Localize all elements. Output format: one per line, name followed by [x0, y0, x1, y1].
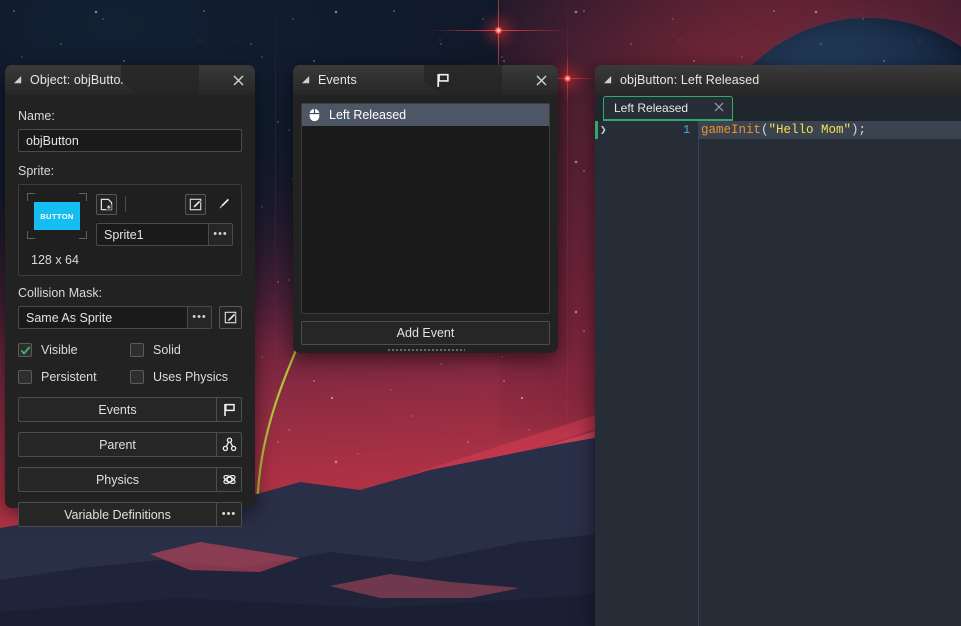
sprite-thumbnail[interactable]: BUTTON: [34, 202, 80, 230]
checkbox-visible[interactable]: Visible: [18, 343, 130, 357]
collision-mask-value[interactable]: Same As Sprite: [18, 306, 187, 329]
close-icon[interactable]: [233, 75, 244, 86]
check-icon: [20, 345, 30, 355]
code-window-title: objButton: Left Released: [620, 73, 760, 87]
list-item[interactable]: Left Released: [302, 104, 549, 126]
events-action-row[interactable]: Events: [18, 397, 242, 422]
parent-button[interactable]: Parent: [18, 432, 216, 457]
physics-button-icon-slot[interactable]: [216, 467, 242, 492]
name-label: Name:: [18, 109, 55, 123]
checkbox-uses-physics[interactable]: Uses Physics: [130, 370, 242, 384]
toolbar-separator: [125, 196, 126, 212]
code-token-function: gameInit: [701, 123, 762, 137]
variable-definitions-icon-slot[interactable]: •••: [216, 502, 242, 527]
code-gutter: ❯ 1: [595, 121, 699, 626]
sprite-browse-button[interactable]: •••: [208, 223, 233, 246]
object-window-title: Object: objButton: [30, 73, 128, 87]
checkbox-persistent-box[interactable]: [18, 370, 32, 384]
close-icon[interactable]: [714, 102, 724, 112]
physics-action-row[interactable]: Physics: [18, 467, 242, 492]
edit-mask-button[interactable]: [219, 306, 242, 329]
tab-left-released[interactable]: Left Released: [603, 96, 733, 121]
paint-brush-button[interactable]: [212, 194, 233, 215]
code-token-close: );: [851, 123, 867, 137]
events-button-icon-slot[interactable]: [216, 397, 242, 422]
checkbox-persistent-label: Persistent: [41, 370, 97, 384]
collision-mask-browse-button[interactable]: •••: [187, 306, 212, 329]
checkbox-visible-box[interactable]: [18, 343, 32, 357]
physics-button[interactable]: Physics: [18, 467, 216, 492]
tab-close-button[interactable]: [714, 101, 724, 115]
collision-mask-label: Collision Mask:: [18, 286, 103, 300]
tab-label: Left Released: [614, 101, 689, 115]
object-window-titlebar[interactable]: Object: objButton: [5, 65, 255, 95]
events-window[interactable]: Events Left Released Add Event: [293, 65, 558, 353]
sprite-dimensions: 128 x 64: [31, 253, 79, 267]
events-window-close-button[interactable]: [526, 65, 556, 95]
object-properties-window[interactable]: Object: objButton Name: objButton Sprite…: [5, 65, 255, 527]
sprite-group: BUTTON Sprite1 ••• 128 x 64: [18, 184, 242, 276]
checkbox-uses-physics-box[interactable]: [130, 370, 144, 384]
titlebar-notch: [121, 65, 199, 95]
object-window-body: Name: objButton Sprite: BUTTON Sprite1 •…: [5, 95, 255, 539]
events-list[interactable]: Left Released: [301, 103, 550, 314]
edit-image-icon[interactable]: [189, 198, 202, 211]
events-window-body: Left Released Add Event: [293, 95, 558, 353]
code-line-1[interactable]: gameInit("Hello Mom");: [699, 121, 961, 139]
list-item-label: Left Released: [329, 108, 407, 122]
app-root: Object: objButton Name: objButton Sprite…: [0, 0, 961, 626]
checkbox-visible-label: Visible: [41, 343, 78, 357]
checkbox-solid-label: Solid: [153, 343, 181, 357]
paint-brush-icon[interactable]: [216, 197, 230, 211]
collapse-caret-icon[interactable]: [604, 75, 613, 85]
variable-definitions-action-row[interactable]: Variable Definitions •••: [18, 502, 242, 527]
new-sprite-button[interactable]: [96, 193, 117, 215]
edit-image-button[interactable]: [185, 193, 206, 215]
code-token-open-paren: (: [761, 123, 769, 137]
checkbox-uses-physics-label: Uses Physics: [153, 370, 229, 384]
checkbox-solid-box[interactable]: [130, 343, 144, 357]
code-editor-area[interactable]: ❯ 1 gameInit("Hello Mom");: [595, 121, 961, 626]
add-event-button[interactable]: Add Event: [301, 321, 550, 345]
collision-mask-selector[interactable]: Same As Sprite •••: [18, 306, 212, 329]
parent-action-row[interactable]: Parent: [18, 432, 242, 457]
events-button[interactable]: Events: [18, 397, 216, 422]
parent-hierarchy-icon[interactable]: [222, 437, 237, 452]
code-editor-window[interactable]: objButton: Left Released Left Released ❯…: [595, 65, 961, 626]
collapse-caret-icon[interactable]: [302, 75, 311, 85]
object-flags-group: Visible Solid Persistent Uses Physics: [18, 343, 242, 397]
window-resize-handle[interactable]: [386, 348, 465, 352]
cursor-caret-indicator: ❯: [600, 125, 607, 137]
code-window-titlebar[interactable]: objButton: Left Released: [595, 65, 961, 95]
checkbox-persistent[interactable]: Persistent: [18, 370, 130, 384]
edit-mask-icon[interactable]: [224, 311, 237, 324]
object-window-close-button[interactable]: [223, 65, 253, 95]
mouse-icon: [309, 108, 320, 122]
events-window-flag-button[interactable]: [435, 73, 450, 88]
line-number: 1: [683, 123, 690, 137]
events-window-title: Events: [318, 73, 357, 87]
object-name-input[interactable]: objButton: [18, 129, 242, 152]
close-icon[interactable]: [536, 75, 547, 86]
flag-icon[interactable]: [435, 73, 450, 88]
ellipsis-icon[interactable]: •••: [222, 509, 237, 520]
code-tabbar: Left Released: [595, 95, 961, 121]
physics-gear-icon[interactable]: [222, 472, 237, 487]
line-change-marker: [595, 121, 598, 139]
new-sprite-icon[interactable]: [100, 198, 113, 211]
sprite-preview-frame[interactable]: BUTTON: [27, 193, 87, 239]
parent-button-icon-slot[interactable]: [216, 432, 242, 457]
checkbox-solid[interactable]: Solid: [130, 343, 242, 357]
code-lines[interactable]: gameInit("Hello Mom");: [699, 121, 961, 626]
variable-definitions-button[interactable]: Variable Definitions: [18, 502, 216, 527]
code-token-string: "Hello Mom": [768, 123, 852, 137]
sprite-selector[interactable]: Sprite1 •••: [96, 223, 233, 246]
sprite-label: Sprite:: [18, 164, 55, 178]
collapse-caret-icon[interactable]: [14, 75, 23, 85]
events-window-titlebar[interactable]: Events: [293, 65, 558, 95]
sprite-name-value[interactable]: Sprite1: [96, 223, 208, 246]
flag-icon[interactable]: [222, 403, 236, 417]
collision-mask-row: Same As Sprite •••: [18, 306, 242, 329]
